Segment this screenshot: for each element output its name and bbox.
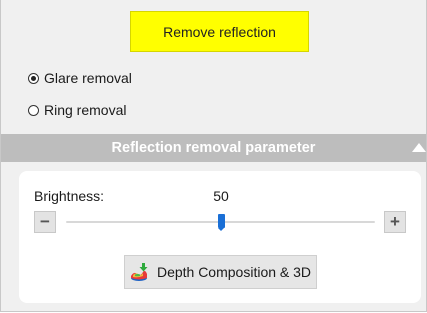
glare-removal-option[interactable]: Glare removal [28,70,132,86]
glare-removal-label: Glare removal [44,70,132,86]
ring-removal-label: Ring removal [44,102,127,118]
ring-removal-radio[interactable] [28,104,39,116]
minus-icon: − [40,212,50,231]
depth-composition-label: Depth Composition & 3D [156,264,312,280]
remove-reflection-button[interactable]: Remove reflection [130,11,309,52]
triangle-up-icon[interactable] [412,143,426,152]
brightness-label: Brightness: [34,188,105,204]
reflection-panel: Remove reflection Glare removal Ring rem… [0,0,427,312]
ring-removal-option[interactable]: Ring removal [28,102,126,118]
brightness-value: 50 [213,188,229,204]
depth-composition-3d-button[interactable]: Depth Composition & 3D [124,255,317,289]
brightness-slider[interactable] [66,214,375,231]
depth-3d-icon [130,263,148,281]
brightness-increase-button[interactable]: + [384,211,406,233]
parameter-card: Brightness: 50 − + Depth Composition & 3… [19,171,421,303]
glare-removal-radio[interactable] [28,72,39,84]
reflection-parameter-header[interactable]: Reflection removal parameter [1,134,426,162]
plus-icon: + [390,212,400,231]
remove-reflection-label: Remove reflection [163,23,276,40]
brightness-decrease-button[interactable]: − [34,211,56,233]
brightness-slider-thumb[interactable] [217,214,225,231]
section-title: Reflection removal parameter [111,140,316,156]
